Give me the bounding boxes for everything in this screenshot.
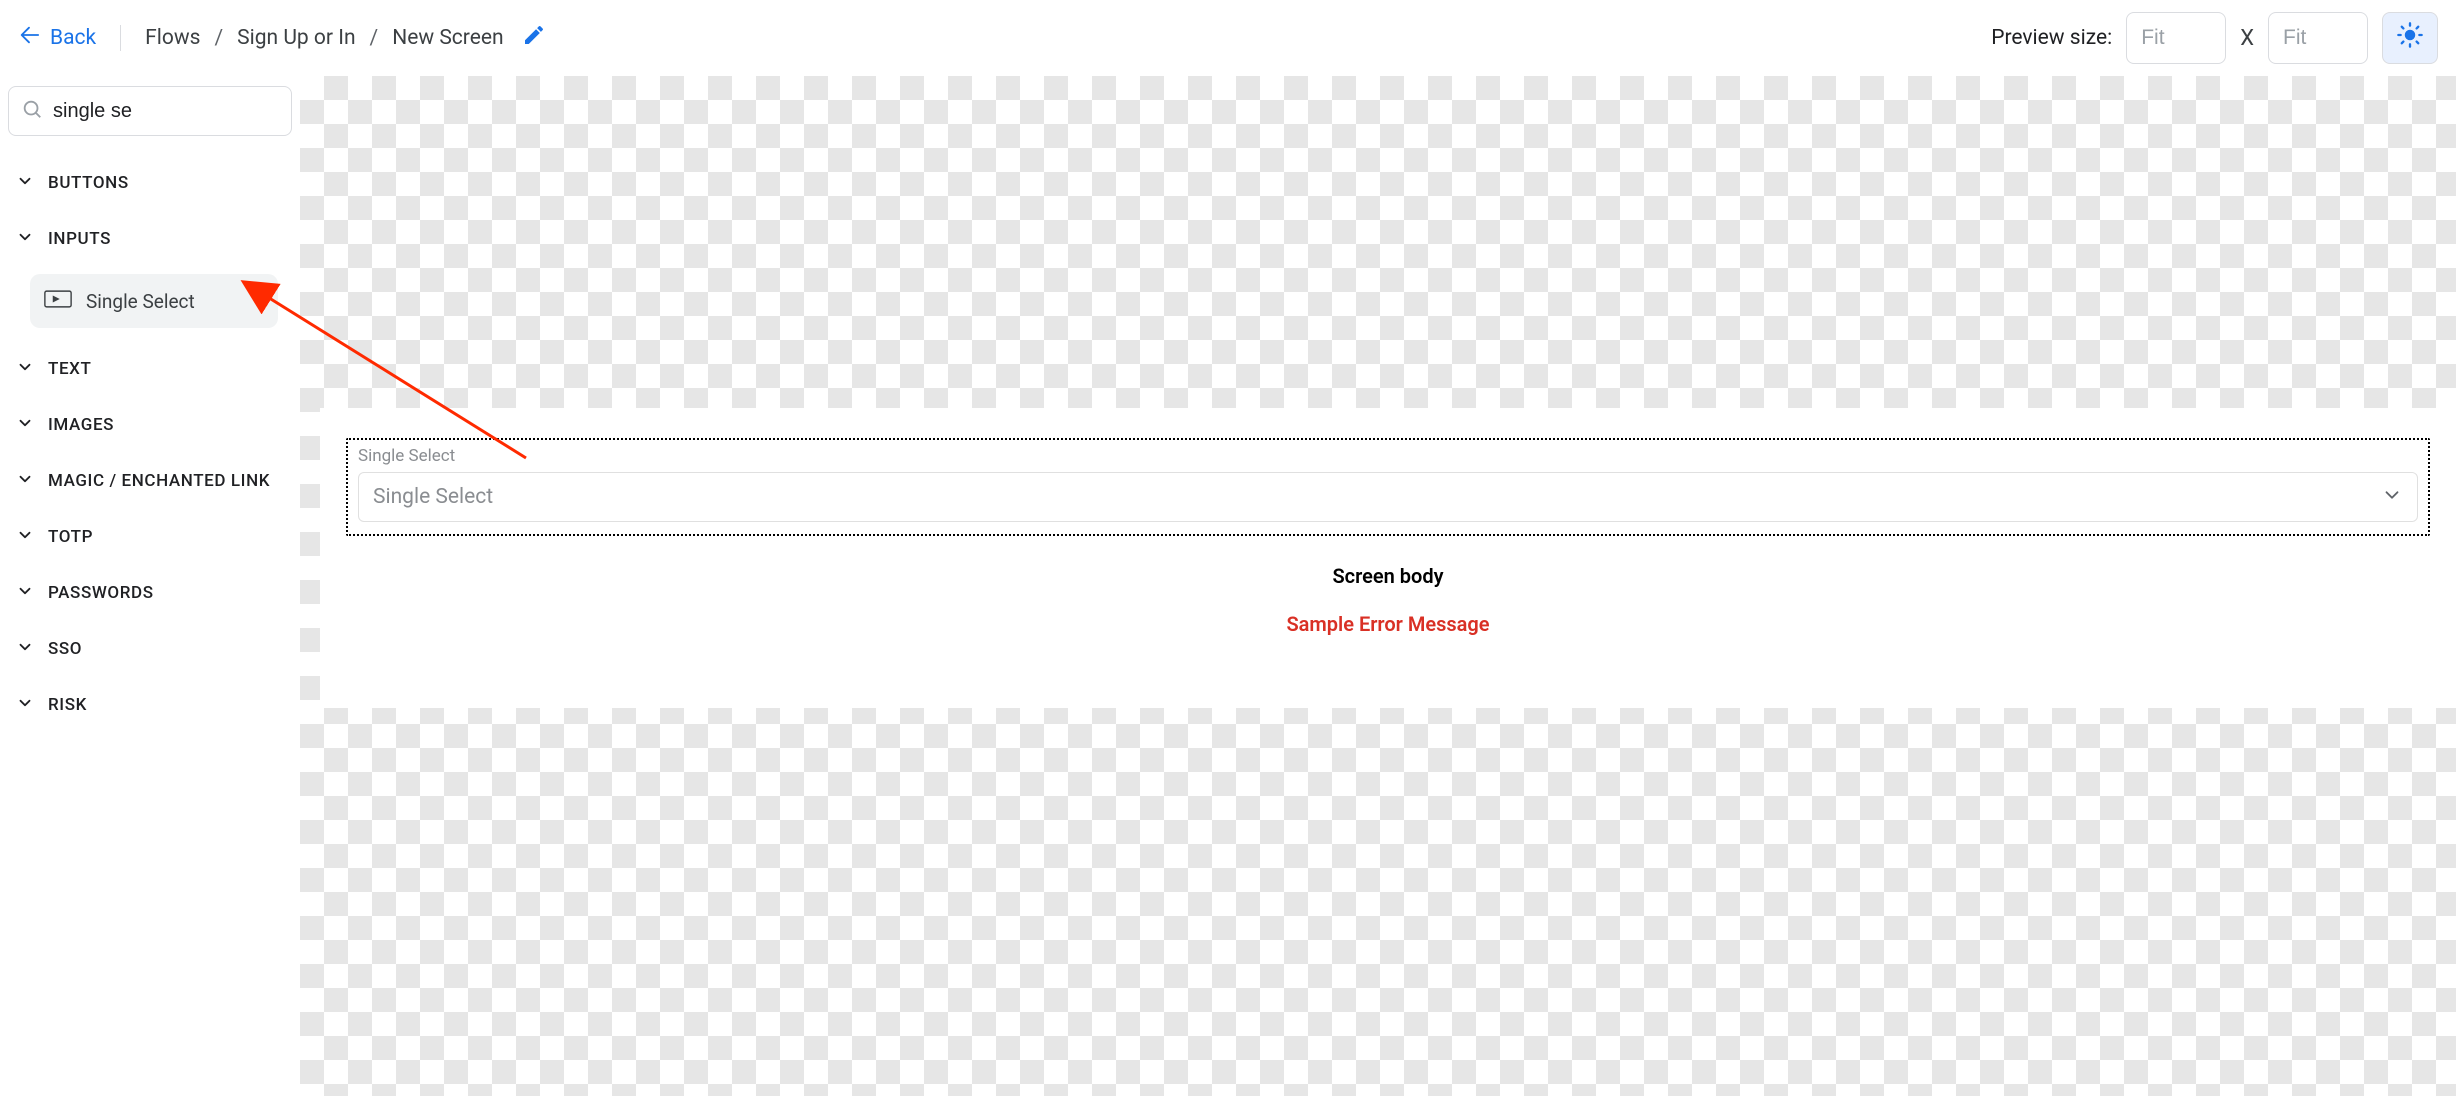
single-select-dropdown[interactable]: Single Select: [358, 472, 2418, 522]
sidebar-cat-label: IMAGES: [48, 415, 114, 435]
preview-height-input[interactable]: [2268, 12, 2368, 64]
breadcrumb-new-screen[interactable]: New Screen: [392, 26, 503, 50]
sidebar-cat-label: MAGIC / ENCHANTED LINK: [48, 471, 270, 491]
preview-x-sep: X: [2240, 26, 2254, 51]
edit-icon[interactable]: [522, 23, 546, 53]
theme-toggle-button[interactable]: [2382, 12, 2438, 64]
sidebar-cat-label: SSO: [48, 639, 82, 659]
search-icon: [21, 98, 43, 124]
single-select-placeholder: Single Select: [373, 485, 493, 509]
sidebar-cat-passwords[interactable]: PASSWORDS: [8, 568, 292, 618]
sidebar-item-single-select[interactable]: Single Select: [30, 274, 278, 328]
sidebar-cat-label: PASSWORDS: [48, 583, 154, 603]
screen-body-text: Screen body: [346, 564, 2430, 588]
single-select-field[interactable]: Single Select Single Select: [346, 438, 2430, 536]
chevron-down-icon: [16, 470, 34, 492]
preview-size-controls: Preview size: X: [1991, 12, 2438, 64]
breadcrumb-signup-or-in[interactable]: Sign Up or In: [237, 26, 355, 50]
sidebar-cat-label: BUTTONS: [48, 173, 129, 193]
sidebar-cat-magic-link[interactable]: MAGIC / ENCHANTED LINK: [8, 456, 292, 506]
chevron-down-icon: [16, 582, 34, 604]
single-select-icon: [44, 288, 72, 314]
sidebar-cat-label: INPUTS: [48, 229, 111, 249]
canvas[interactable]: Single Select Single Select Screen body …: [300, 76, 2456, 1096]
arrow-left-icon: [18, 24, 40, 52]
sidebar-cat-buttons[interactable]: BUTTONS: [8, 158, 292, 208]
breadcrumb-flows[interactable]: Flows: [145, 26, 200, 50]
back-label: Back: [50, 26, 96, 50]
sidebar: BUTTONS INPUTS Single Select TEXT: [0, 76, 300, 1096]
preview-width-input[interactable]: [2126, 12, 2226, 64]
sidebar-item-label: Single Select: [86, 290, 195, 313]
sidebar-cat-label: TOTP: [48, 527, 93, 547]
chevron-down-icon: [16, 638, 34, 660]
sidebar-cat-text[interactable]: TEXT: [8, 344, 292, 394]
topbar: Back Flows / Sign Up or In / New Screen …: [0, 0, 2456, 76]
preview-size-label: Preview size:: [1991, 26, 2112, 50]
error-text: Sample Error Message: [346, 612, 2430, 636]
breadcrumb-sep: /: [370, 26, 379, 50]
sun-icon: [2396, 21, 2424, 55]
screen-card[interactable]: Single Select Single Select Screen body …: [320, 408, 2456, 708]
search-input[interactable]: [53, 100, 279, 123]
sidebar-cat-sso[interactable]: SSO: [8, 624, 292, 674]
chevron-down-icon: [16, 358, 34, 380]
chevron-down-icon: [16, 414, 34, 436]
breadcrumb: Flows / Sign Up or In / New Screen: [145, 26, 503, 50]
search-field[interactable]: [8, 86, 292, 136]
sidebar-cat-risk[interactable]: RISK: [8, 680, 292, 730]
sidebar-cat-totp[interactable]: TOTP: [8, 512, 292, 562]
sidebar-cat-inputs[interactable]: INPUTS: [8, 214, 292, 264]
sidebar-cat-label: TEXT: [48, 359, 91, 379]
divider: [120, 25, 121, 51]
back-button[interactable]: Back: [18, 24, 96, 52]
breadcrumb-sep: /: [214, 26, 223, 50]
chevron-down-icon: [16, 526, 34, 548]
chevron-down-icon: [2381, 484, 2403, 510]
sidebar-cat-label: RISK: [48, 695, 87, 715]
chevron-down-icon: [16, 694, 34, 716]
chevron-down-icon: [16, 172, 34, 194]
single-select-label: Single Select: [358, 446, 2418, 466]
sidebar-cat-images[interactable]: IMAGES: [8, 400, 292, 450]
chevron-down-icon: [16, 228, 34, 250]
